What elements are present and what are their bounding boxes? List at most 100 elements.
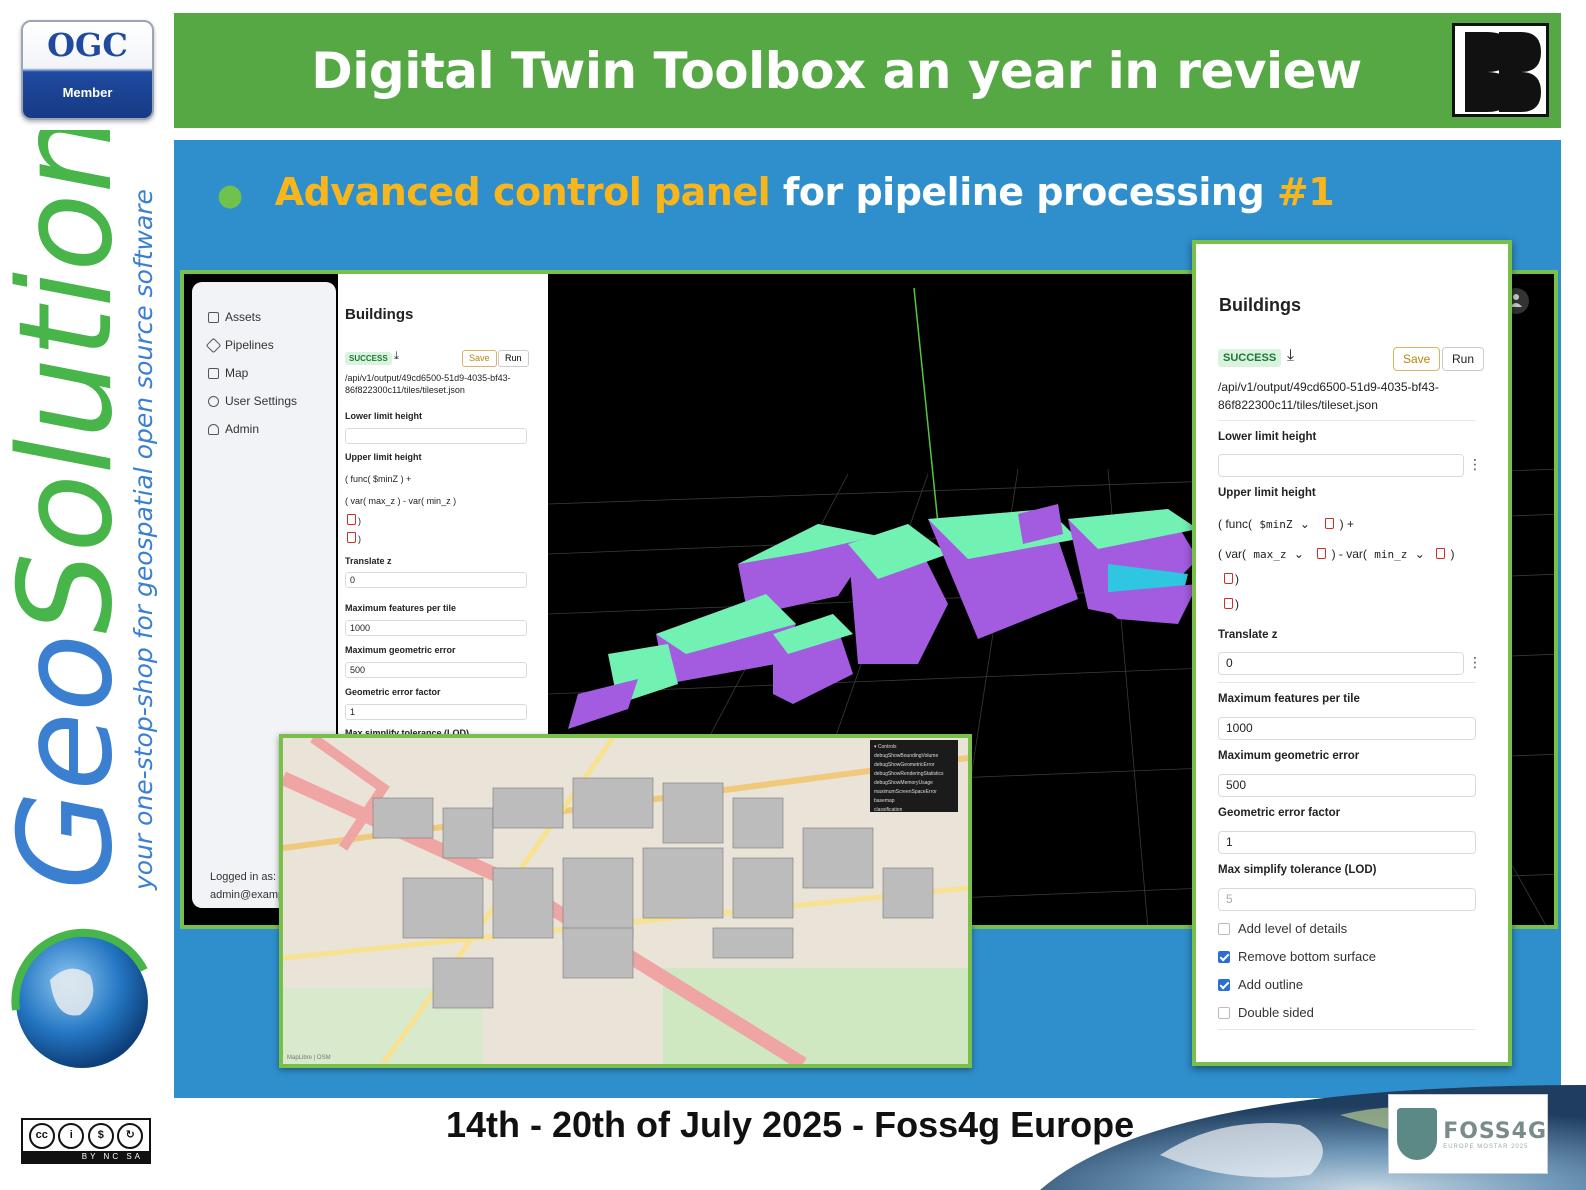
trash-icon[interactable]	[1224, 598, 1233, 609]
expr-func: ( func(	[345, 474, 371, 484]
ogc-member-label: Member	[62, 85, 113, 100]
pipeline-title: Buildings	[1219, 295, 1301, 315]
expr-row-1: ( func( $minZ ⌄ ) +	[1218, 517, 1354, 531]
max-features-input[interactable]: 1000	[345, 620, 527, 636]
expr-minz2-select[interactable]: min_z	[1370, 548, 1411, 561]
divider	[1218, 1029, 1476, 1030]
geom-factor-label: Geometric error factor	[345, 687, 441, 697]
map-controls-panel[interactable]: ▾ Controls debugShowBoundingVolume debug…	[870, 740, 958, 815]
svg-text:your one-stop-shop for geospat: your one-stop-shop for geospatial open s…	[129, 189, 158, 891]
sidebar-item-label: Map	[225, 366, 249, 380]
expr-minus: ) - var(	[1331, 547, 1367, 561]
expr-close: )	[358, 516, 361, 526]
simplify-input[interactable]: 5	[1218, 888, 1476, 911]
controls-item[interactable]: debugShowRenderingStatistics	[874, 770, 954, 779]
company-logo	[1452, 23, 1549, 117]
download-icon[interactable]: ⤓	[1287, 347, 1294, 365]
status-badge: SUCCESS	[345, 352, 392, 365]
chevron-down-icon[interactable]: ⌄	[1294, 547, 1304, 561]
add-outline-checkbox[interactable]: Add outline	[1218, 977, 1303, 992]
sidebar-item-pipelines[interactable]: Pipelines	[205, 337, 274, 353]
sa-icon: ↻	[117, 1122, 144, 1149]
max-geom-error-input[interactable]: 500	[1218, 774, 1476, 797]
checkbox-icon[interactable]	[1218, 1006, 1230, 1019]
expr-row-4: )	[345, 532, 361, 544]
ogc-member-logo: OGC Member	[21, 20, 154, 120]
expr-close: )	[1235, 597, 1239, 611]
expr-row-3: )	[345, 514, 361, 526]
bullet-text: for pipeline processing	[770, 170, 1277, 214]
run-button[interactable]: Run	[1442, 347, 1485, 371]
checkbox-checked-icon[interactable]	[1218, 950, 1230, 963]
sidebar-item-assets[interactable]: Assets	[208, 310, 261, 324]
map-view[interactable]	[283, 738, 968, 1064]
bullet-dot-icon: ●	[217, 178, 243, 213]
expr-close: )	[358, 534, 361, 544]
chevron-down-icon[interactable]: ⌄	[1415, 547, 1425, 561]
cube-icon	[205, 337, 222, 353]
checkbox-label: Add level of details	[1238, 921, 1348, 936]
expr-minz-select[interactable]: $minZ	[1255, 518, 1296, 531]
controls-item[interactable]: debugShowMemoryUsage	[874, 779, 954, 788]
sidebar-item-user-settings[interactable]: User Settings	[208, 394, 297, 408]
translate-z-input[interactable]: 0	[1218, 652, 1464, 675]
geom-factor-input[interactable]: 1	[1218, 831, 1476, 854]
expr-maxz-select[interactable]: max_z	[369, 496, 396, 506]
by-icon: i	[58, 1122, 85, 1149]
trash-icon[interactable]	[1317, 548, 1327, 559]
run-button[interactable]: Run	[498, 350, 529, 367]
sidebar-item-label: User Settings	[225, 394, 298, 408]
add-lod-checkbox[interactable]: Add level of details	[1218, 921, 1347, 936]
bullet-highlight: Advanced control panel	[274, 170, 771, 214]
max-geom-error-input[interactable]: 500	[345, 662, 527, 678]
lower-limit-input[interactable]	[345, 428, 527, 444]
lower-limit-input[interactable]	[1218, 454, 1464, 477]
controls-item[interactable]: classification	[874, 806, 954, 815]
chevron-down-icon[interactable]: ⌄	[1300, 517, 1310, 531]
checkbox-checked-icon[interactable]	[1218, 978, 1230, 991]
expr-minus: ) - var(	[397, 496, 425, 506]
geom-factor-input[interactable]: 1	[345, 704, 527, 720]
map-icon	[208, 367, 219, 379]
output-path-line1: /api/v1/output/49cd6500-51d9-4035-bf43-	[345, 373, 511, 383]
status-badge: SUCCESS	[1218, 349, 1282, 367]
trash-icon[interactable]	[1224, 573, 1233, 584]
controls-item[interactable]: debugShowGeometricError	[874, 761, 954, 770]
save-button[interactable]: Save	[462, 350, 497, 367]
save-button[interactable]: Save	[1393, 347, 1441, 371]
svg-text:GeoSolutions: GeoSolutions	[10, 130, 141, 890]
controls-item[interactable]: debugShowBoundingVolume	[874, 752, 954, 761]
translate-z-input[interactable]: 0	[345, 572, 527, 588]
sidebar-item-map[interactable]: Map	[208, 366, 248, 380]
controls-item[interactable]: basemap	[874, 797, 954, 806]
geom-factor-label: Geometric error factor	[1218, 807, 1341, 819]
controls-item[interactable]: maximumScreenSpaceError	[874, 788, 954, 797]
file-icon	[208, 311, 219, 323]
upper-limit-label: Upper limit height	[345, 452, 422, 462]
expr-maxz-select[interactable]: max_z	[1249, 548, 1290, 561]
expr-minz-select[interactable]: $minZ	[373, 474, 398, 484]
nc-icon: $	[87, 1122, 114, 1149]
controls-title: ▾ Controls	[874, 744, 897, 750]
max-geom-error-label: Maximum geometric error	[345, 645, 456, 655]
trash-icon[interactable]	[347, 532, 356, 543]
more-options-icon[interactable]: ⋮	[1468, 655, 1482, 669]
max-features-input[interactable]: 1000	[1218, 717, 1476, 740]
trash-icon[interactable]	[1436, 548, 1446, 559]
expr-minz2-select[interactable]: min_z	[427, 496, 451, 506]
checkbox-label: Remove bottom surface	[1238, 949, 1377, 964]
expr-close: )	[1235, 572, 1239, 586]
slide-title-bar: Digital Twin Toolbox an year in review	[174, 13, 1561, 128]
trash-icon[interactable]	[347, 514, 356, 525]
download-icon[interactable]: ⤓	[394, 350, 399, 363]
double-sided-checkbox[interactable]: Double sided	[1218, 1005, 1314, 1020]
trash-icon[interactable]	[1325, 518, 1335, 529]
remove-bottom-checkbox[interactable]: Remove bottom surface	[1218, 949, 1376, 964]
sidebar-item-admin[interactable]: Admin	[208, 422, 259, 436]
output-path-line1: /api/v1/output/49cd6500-51d9-4035-bf43-	[1218, 380, 1439, 394]
max-geom-error-label: Maximum geometric error	[1218, 750, 1360, 762]
map-attribution: MapLibre | OSM	[287, 1055, 331, 1061]
more-options-icon[interactable]: ⋮	[1468, 457, 1482, 471]
checkbox-icon[interactable]	[1218, 922, 1230, 935]
output-path-line2: 86f822300c11/tiles/tileset.json	[1218, 398, 1378, 412]
